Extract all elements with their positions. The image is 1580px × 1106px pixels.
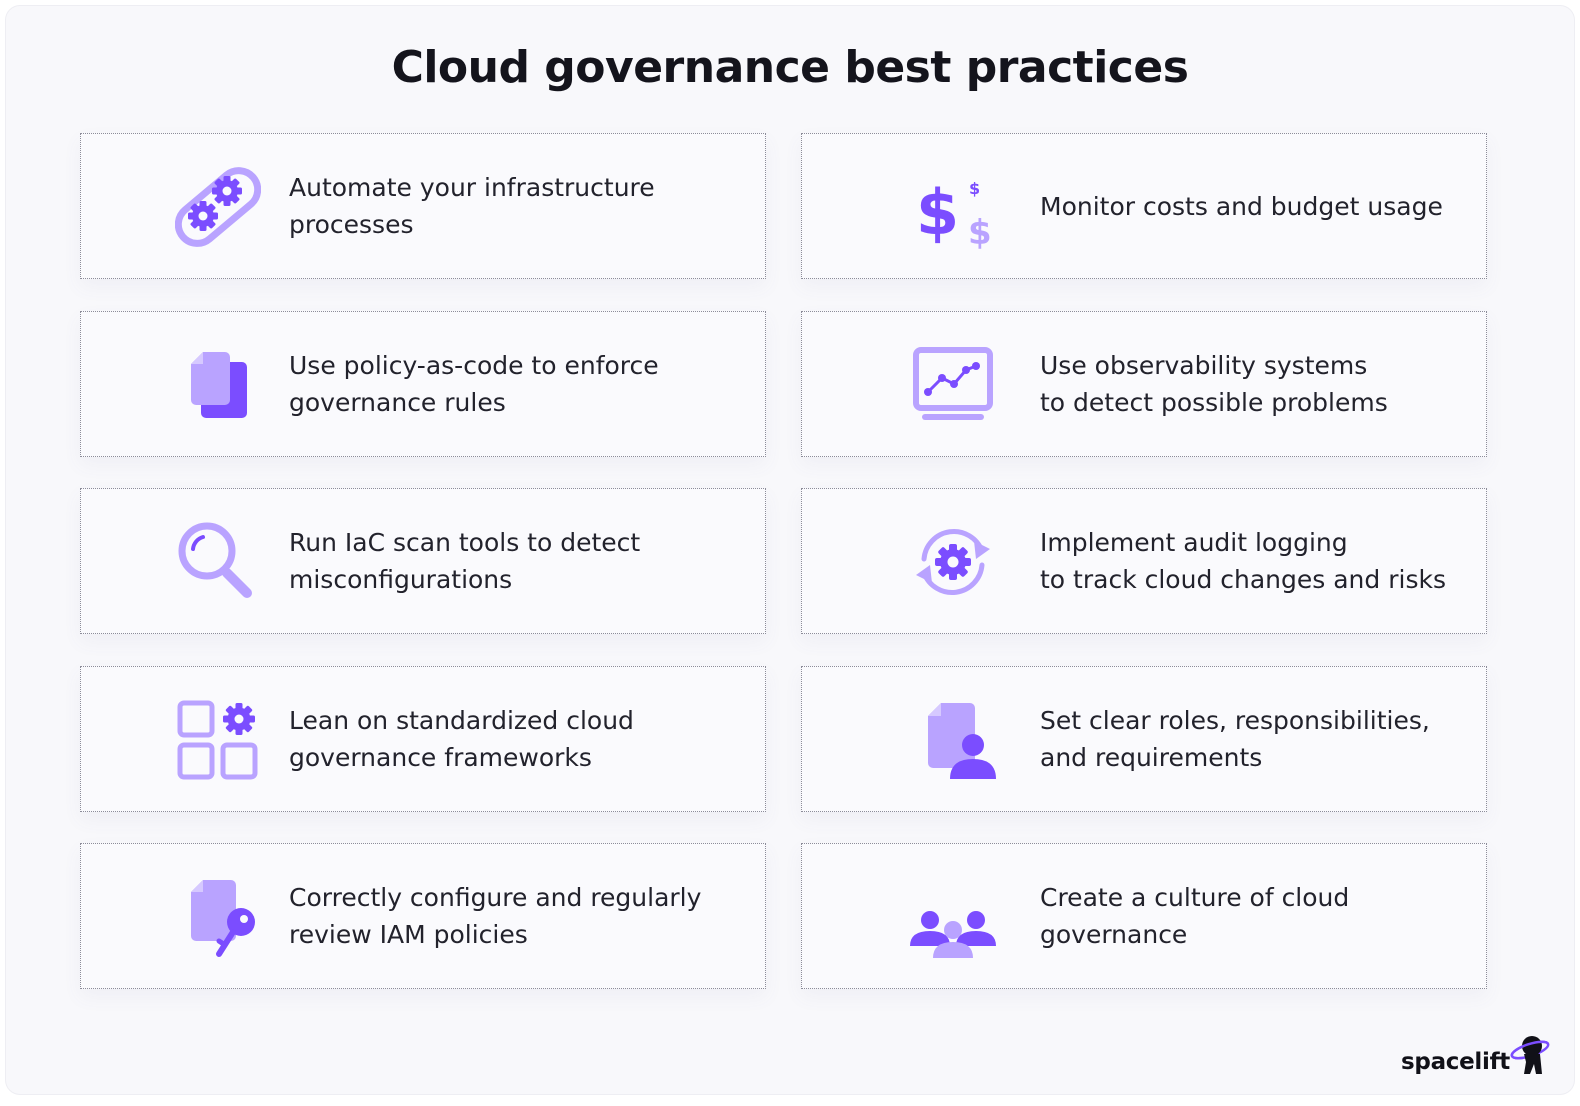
card-label: Use observability systems to detect poss…	[1040, 351, 1388, 417]
dollar-icon: $ $ $	[910, 164, 996, 250]
documents-icon	[175, 342, 261, 428]
card-label: Run IaC scan tools to detect misconfigur…	[289, 528, 641, 594]
brand-logo: spacelift	[1401, 1022, 1550, 1076]
monitor-chart-icon	[910, 342, 996, 428]
page-title: Cloud governance best practices	[391, 42, 1189, 93]
svg-text:$: $	[916, 176, 959, 249]
document-key-icon	[175, 874, 261, 960]
svg-text:$: $	[968, 213, 992, 250]
document-user-icon	[910, 697, 996, 783]
card-label: Use policy-as-code to enforce governance…	[289, 351, 659, 417]
card-label: Set clear roles, responsibilities, and r…	[1040, 706, 1430, 772]
card-policy-as-code: Use policy-as-code to enforce governance…	[80, 311, 766, 457]
gears-icon	[175, 164, 261, 250]
card-frameworks: Lean on standardized cloud governance fr…	[80, 666, 766, 812]
card-observability: Use observability systems to detect poss…	[801, 311, 1487, 457]
card-audit-logging: Implement audit logging to track cloud c…	[801, 488, 1487, 634]
card-label: Correctly configure and regularly review…	[289, 883, 702, 949]
svg-text:$: $	[969, 179, 980, 198]
team-icon	[910, 874, 996, 960]
card-label: Lean on standardized cloud governance fr…	[289, 706, 634, 772]
card-culture: Create a culture of cloud governance	[801, 843, 1487, 989]
card-label: Create a culture of cloud governance	[1040, 883, 1350, 949]
sync-gear-icon	[910, 519, 996, 605]
card-roles: Set clear roles, responsibilities, and r…	[801, 666, 1487, 812]
brand-name: spacelift	[1401, 1049, 1510, 1075]
card-iam-policies: Correctly configure and regularly review…	[80, 843, 766, 989]
card-label: Monitor costs and budget usage	[1040, 191, 1443, 221]
magnifier-icon	[175, 519, 261, 605]
card-monitor-costs: $ $ $ Monitor costs and budget usage	[801, 133, 1487, 279]
grid-gear-icon	[175, 697, 261, 783]
card-label: Automate your infrastructure processes	[289, 173, 655, 239]
card-label: Implement audit logging to track cloud c…	[1040, 528, 1446, 594]
card-iac-scan: Run IaC scan tools to detect misconfigur…	[80, 488, 766, 634]
infographic: Cloud governance best practices Automate…	[6, 6, 1574, 1094]
card-automate: Automate your infrastructure processes	[80, 133, 766, 279]
astronaut-logo-icon	[1510, 1036, 1550, 1074]
